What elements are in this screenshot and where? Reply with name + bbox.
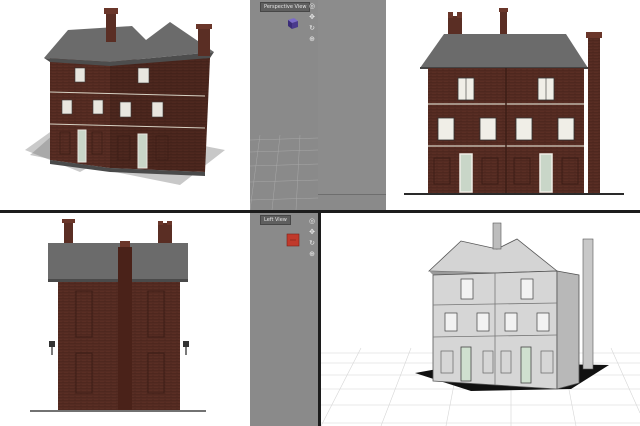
front-render-viewport[interactable] xyxy=(386,0,640,210)
camera-icon[interactable]: ◎ xyxy=(308,217,316,225)
viewport-label[interactable]: Left View xyxy=(260,215,291,225)
viewport-gap-upper xyxy=(318,0,386,194)
perspective-render-viewport[interactable] xyxy=(0,0,250,210)
grey-viewport-upper[interactable]: Perspective View ◎ ✥ ↻ ⊕ xyxy=(250,0,318,210)
house-side-render xyxy=(30,219,206,412)
pan-icon[interactable]: ✥ xyxy=(308,13,316,21)
viewport-label[interactable]: Perspective View xyxy=(260,2,311,12)
rotate-icon[interactable]: ↻ xyxy=(308,24,316,32)
navigation-cube[interactable] xyxy=(286,16,300,30)
camera-icon[interactable]: ◎ xyxy=(308,2,316,10)
zoom-icon[interactable]: ⊕ xyxy=(308,35,316,43)
wireframe-perspective-viewport[interactable] xyxy=(321,213,640,426)
pan-icon[interactable]: ✥ xyxy=(308,228,316,236)
grey-viewport-lower[interactable]: Left View ◎ ✥ ↻ ⊕ xyxy=(250,213,318,426)
zoom-icon[interactable]: ⊕ xyxy=(308,250,316,258)
multi-viewport-workspace: Perspective View ◎ ✥ ↻ ⊕ Left View ◎ ✥ ↻… xyxy=(0,0,640,426)
house-perspective-render xyxy=(25,8,225,185)
left-render-viewport[interactable] xyxy=(0,213,250,426)
house-front-render xyxy=(404,8,624,195)
rotate-icon[interactable]: ↻ xyxy=(308,239,316,247)
viewport-gap-upper-bottom xyxy=(318,195,386,210)
navigation-cube[interactable] xyxy=(286,233,300,247)
house-clay-render xyxy=(321,222,640,426)
